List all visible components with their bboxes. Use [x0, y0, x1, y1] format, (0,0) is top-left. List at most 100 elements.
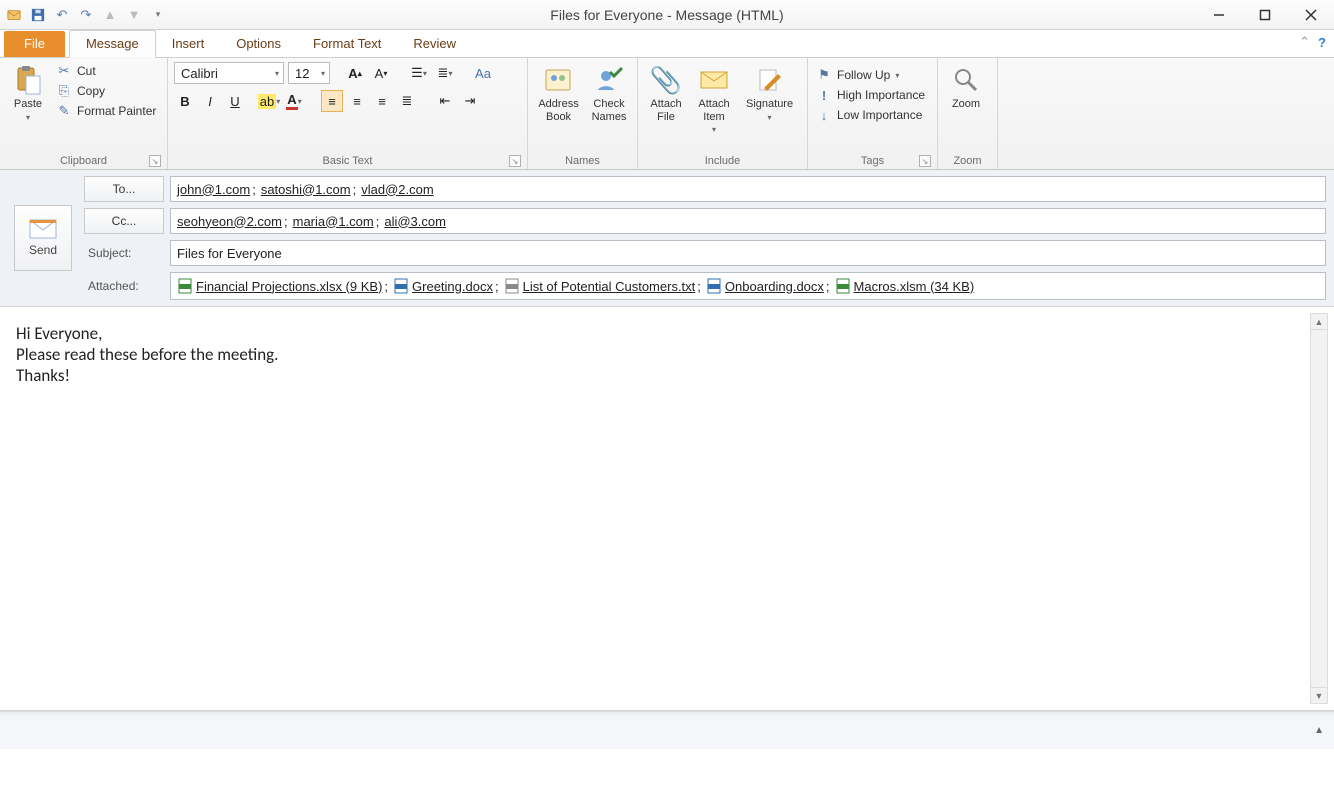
- undo-icon[interactable]: ↶: [52, 5, 72, 25]
- expand-icon[interactable]: ▲: [1314, 725, 1324, 736]
- message-body-area: 📋 Hi Everyone, Please read these before …: [0, 307, 1334, 711]
- send-icon: [29, 219, 57, 239]
- attachment-item[interactable]: List of Potential Customers.txt: [504, 278, 696, 294]
- cc-field[interactable]: seohyeon@2.com;maria@1.com;ali@3.com: [170, 208, 1326, 234]
- attachment-item[interactable]: Financial Projections.xlsx (9 KB): [177, 278, 382, 294]
- to-field[interactable]: john@1.com;satoshi@1.com;vlad@2.com: [170, 176, 1326, 202]
- file-icon: [504, 278, 520, 294]
- close-button[interactable]: [1288, 0, 1334, 30]
- down-arrow-icon: ↓: [816, 107, 832, 123]
- magnifier-icon: [950, 64, 982, 96]
- recipient[interactable]: seohyeon@2.com: [177, 214, 282, 229]
- chevron-down-icon: ▾: [321, 69, 325, 78]
- clear-formatting-button[interactable]: Aa: [472, 62, 494, 84]
- dialog-launcher-icon[interactable]: ↘: [509, 155, 521, 167]
- scrollbar[interactable]: ▲ ▼: [1310, 313, 1328, 704]
- follow-up-button[interactable]: ⚑Follow Up ▾: [814, 66, 927, 84]
- paste-button[interactable]: Paste ▾: [6, 60, 50, 126]
- format-painter-button[interactable]: ✎Format Painter: [54, 102, 158, 120]
- recipient[interactable]: satoshi@1.com: [261, 182, 351, 197]
- exclamation-icon: !: [816, 87, 832, 103]
- high-importance-button[interactable]: !High Importance: [814, 86, 927, 104]
- align-center-button[interactable]: ≡: [346, 90, 368, 112]
- tab-review[interactable]: Review: [397, 31, 472, 57]
- envelope-icon: [698, 64, 730, 96]
- numbering-button[interactable]: ≣▾: [434, 62, 456, 84]
- bullets-button[interactable]: ☰▾: [408, 62, 430, 84]
- scroll-up-icon[interactable]: ▲: [1311, 314, 1327, 330]
- zoom-button[interactable]: Zoom: [944, 60, 988, 115]
- low-importance-button[interactable]: ↓Low Importance: [814, 106, 927, 124]
- grow-font-button[interactable]: A▴: [344, 62, 366, 84]
- window-title: Files for Everyone - Message (HTML): [0, 7, 1334, 23]
- file-icon: [177, 278, 193, 294]
- recipient[interactable]: vlad@2.com: [361, 182, 433, 197]
- decrease-indent-button[interactable]: ⇤: [434, 90, 456, 112]
- tab-insert[interactable]: Insert: [156, 31, 221, 57]
- subject-field[interactable]: Files for Everyone: [170, 240, 1326, 266]
- collapse-ribbon-icon[interactable]: ⌃: [1299, 34, 1310, 50]
- address-book-icon: [543, 64, 575, 96]
- qat-customize-icon[interactable]: ▾: [148, 5, 168, 25]
- align-left-button[interactable]: ≡: [321, 90, 343, 112]
- cc-button[interactable]: Cc...: [84, 208, 164, 234]
- group-clipboard: Paste ▾ ✂Cut ⎘Copy ✎Format Painter Clipb…: [0, 58, 168, 169]
- chevron-down-icon: ▾: [712, 125, 716, 134]
- attachment-item[interactable]: Onboarding.docx: [706, 278, 824, 294]
- to-button[interactable]: To...: [84, 176, 164, 202]
- prev-icon[interactable]: ▲: [100, 5, 120, 25]
- attached-label: Attached:: [84, 279, 164, 293]
- bold-button[interactable]: B: [174, 90, 196, 112]
- group-tags: ⚑Follow Up ▾ !High Importance ↓Low Impor…: [808, 58, 938, 169]
- scissors-icon: ✂: [56, 63, 72, 79]
- shrink-font-button[interactable]: A▾: [370, 62, 392, 84]
- font-name-select[interactable]: Calibri▾: [174, 62, 284, 84]
- copy-button[interactable]: ⎘Copy: [54, 82, 158, 100]
- paintbrush-icon: ✎: [56, 103, 72, 119]
- dialog-launcher-icon[interactable]: ↘: [919, 155, 931, 167]
- group-basic-text: Calibri▾ 12▾ A▴ A▾ ☰▾ ≣▾ Aa B I U ab▾ A▾…: [168, 58, 528, 169]
- font-size-select[interactable]: 12▾: [288, 62, 330, 84]
- tab-format-text[interactable]: Format Text: [297, 31, 397, 57]
- minimize-button[interactable]: [1196, 0, 1242, 30]
- tab-file[interactable]: File: [4, 31, 65, 57]
- attachment-item[interactable]: Greeting.docx: [393, 278, 493, 294]
- underline-button[interactable]: U: [224, 90, 246, 112]
- highlight-button[interactable]: ab▾: [258, 90, 280, 112]
- scroll-down-icon[interactable]: ▼: [1311, 687, 1327, 703]
- check-names-icon: [593, 64, 625, 96]
- group-names: Address Book Check Names Names: [528, 58, 638, 169]
- recipient[interactable]: john@1.com: [177, 182, 250, 197]
- subject-label: Subject:: [84, 246, 164, 260]
- paperclip-icon: 📎: [650, 64, 682, 96]
- help-icon[interactable]: ?: [1318, 35, 1326, 50]
- file-icon: [393, 278, 409, 294]
- message-body[interactable]: Hi Everyone, Please read these before th…: [8, 315, 1306, 702]
- tab-options[interactable]: Options: [220, 31, 297, 57]
- recipient[interactable]: maria@1.com: [293, 214, 374, 229]
- save-icon[interactable]: [28, 5, 48, 25]
- signature-button[interactable]: Signature ▾: [740, 60, 799, 126]
- send-button[interactable]: Send: [14, 205, 72, 271]
- dialog-launcher-icon[interactable]: ↘: [149, 155, 161, 167]
- justify-button[interactable]: ≣: [396, 90, 418, 112]
- tab-message[interactable]: Message: [69, 30, 156, 58]
- attach-item-button[interactable]: Attach Item ▾: [692, 60, 736, 138]
- redo-icon[interactable]: ↷: [76, 5, 96, 25]
- italic-button[interactable]: I: [199, 90, 221, 112]
- ribbon: Paste ▾ ✂Cut ⎘Copy ✎Format Painter Clipb…: [0, 58, 1334, 170]
- font-color-button[interactable]: A▾: [283, 90, 305, 112]
- recipient[interactable]: ali@3.com: [384, 214, 446, 229]
- next-icon[interactable]: ▼: [124, 5, 144, 25]
- group-zoom: Zoom Zoom: [938, 58, 998, 169]
- attachments-field[interactable]: Financial Projections.xlsx (9 KB); Greet…: [170, 272, 1326, 300]
- chevron-down-icon: ▾: [275, 69, 279, 78]
- maximize-button[interactable]: [1242, 0, 1288, 30]
- address-book-button[interactable]: Address Book: [534, 60, 583, 127]
- attach-file-button[interactable]: 📎 Attach File: [644, 60, 688, 127]
- align-right-button[interactable]: ≡: [371, 90, 393, 112]
- attachment-item[interactable]: Macros.xlsm (34 KB): [835, 278, 975, 294]
- check-names-button[interactable]: Check Names: [587, 60, 631, 127]
- cut-button[interactable]: ✂Cut: [54, 62, 158, 80]
- increase-indent-button[interactable]: ⇥: [459, 90, 481, 112]
